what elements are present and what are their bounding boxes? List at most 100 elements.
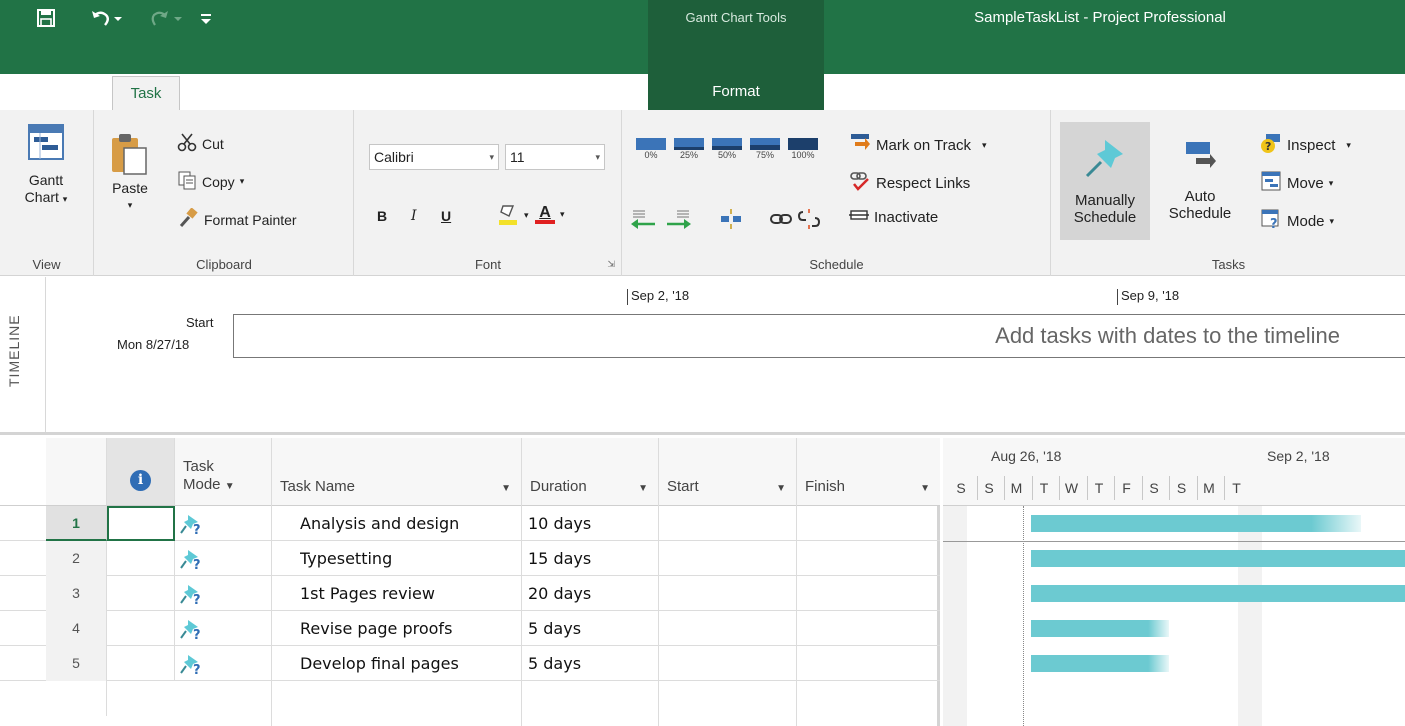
indicator-cell[interactable] (107, 506, 175, 541)
row-number[interactable]: 4 (46, 611, 107, 646)
percent-25-button[interactable]: 25% (671, 138, 707, 160)
bold-button[interactable]: B (377, 208, 387, 224)
task-name-cell[interactable]: Typesetting (300, 541, 522, 576)
gantt-task-bar[interactable] (1031, 620, 1169, 637)
timeline-side-tab[interactable]: TIMELINE (0, 277, 46, 432)
header-finish[interactable]: Finish ▼ (797, 438, 940, 506)
start-cell[interactable] (665, 646, 795, 681)
copy-dropdown-icon[interactable]: ▾ (240, 176, 245, 187)
tab-report[interactable]: Report (346, 74, 416, 110)
header-start[interactable]: Start ▼ (659, 438, 797, 506)
finish-cell[interactable] (803, 576, 933, 611)
table-row[interactable]: 1? Analysis and design 10 days (0, 506, 940, 541)
table-row[interactable]: 3? 1st Pages review 20 days (0, 576, 940, 611)
task-name-filter-icon[interactable]: ▼ (501, 483, 511, 494)
move-button[interactable]: Move ▾ (1260, 170, 1333, 196)
header-indicators[interactable]: i (107, 438, 175, 506)
tab-view[interactable]: View (570, 74, 636, 110)
tab-file[interactable]: File (36, 74, 76, 110)
indicator-cell[interactable] (107, 576, 175, 611)
start-cell[interactable] (665, 541, 795, 576)
font-color-button[interactable]: A ▾ (535, 204, 565, 224)
task-grid[interactable]: i Task Mode ▼ Task Name ▼ Duration ▼ Sta… (0, 438, 940, 726)
copy-button[interactable]: Copy ▾ (177, 170, 244, 193)
link-tasks-button[interactable] (769, 208, 793, 233)
indent-button[interactable] (663, 208, 693, 233)
indicator-cell[interactable] (107, 541, 175, 576)
timeline-pane[interactable]: TIMELINE Sep 2, '18 Sep 9, '18 Start Mon… (0, 277, 1405, 435)
duration-cell[interactable]: 5 days (528, 611, 658, 646)
header-task-name[interactable]: Task Name ▼ (272, 438, 522, 506)
row-number[interactable]: 2 (46, 541, 107, 576)
indicator-cell[interactable] (107, 611, 175, 646)
gantt-chart-pane[interactable]: Aug 26, '18 Sep 2, '18 SSMTWTFSSMT (943, 438, 1405, 726)
percent-75-button[interactable]: 75% (747, 138, 783, 160)
finish-cell[interactable] (803, 506, 933, 541)
finish-cell[interactable] (803, 541, 933, 576)
row-number[interactable]: 5 (46, 646, 107, 681)
split-task-button[interactable] (719, 208, 743, 233)
cut-button[interactable]: Cut (177, 132, 224, 155)
highlight-color-button[interactable]: ▾ (497, 202, 529, 229)
row-number[interactable]: 1 (46, 506, 107, 541)
font-size-dropdown-icon[interactable]: ▾ (595, 145, 600, 169)
highlight-dropdown-icon[interactable]: ▾ (524, 210, 529, 221)
auto-schedule-button[interactable]: Auto Schedule (1156, 136, 1244, 222)
respect-links-button[interactable]: Respect Links (849, 170, 970, 196)
task-name-cell[interactable]: Develop final pages (300, 646, 522, 681)
customize-icon[interactable] (200, 0, 212, 36)
gantt-task-bar[interactable] (1031, 585, 1405, 602)
start-cell[interactable] (665, 576, 795, 611)
percent-0-button[interactable]: 0% (633, 138, 669, 160)
table-row[interactable]: 4? Revise page proofs 5 days (0, 611, 940, 646)
finish-cell[interactable] (803, 611, 933, 646)
manually-schedule-button[interactable]: Manually Schedule (1060, 122, 1150, 240)
header-duration[interactable]: Duration ▼ (522, 438, 659, 506)
select-all-corner[interactable] (46, 438, 107, 506)
redo-icon[interactable] (150, 0, 184, 36)
task-name-cell[interactable]: Revise page proofs (300, 611, 522, 646)
duration-cell[interactable]: 5 days (528, 646, 658, 681)
outdent-button[interactable] (629, 208, 659, 233)
save-icon[interactable] (36, 0, 56, 36)
font-family-dropdown-icon[interactable]: ▾ (489, 145, 494, 169)
finish-cell[interactable] (803, 646, 933, 681)
header-task-mode[interactable]: Task Mode ▼ (175, 438, 272, 506)
italic-button[interactable]: I (411, 208, 417, 224)
table-row[interactable]: 5? Develop final pages 5 days (0, 646, 940, 681)
table-row[interactable]: 2? Typesetting 15 days (0, 541, 940, 576)
paste-button[interactable]: Paste ▾ (105, 132, 155, 214)
duration-cell[interactable]: 15 days (528, 541, 658, 576)
mode-button[interactable]: ? Mode ▾ (1260, 208, 1334, 234)
start-filter-icon[interactable]: ▼ (776, 483, 786, 494)
start-cell[interactable] (665, 506, 795, 541)
finish-filter-icon[interactable]: ▼ (920, 483, 930, 494)
tell-me-search[interactable]: Tell me what you want to do (842, 74, 1049, 110)
gantt-task-bar[interactable] (1031, 655, 1169, 672)
inspect-dropdown-icon[interactable]: ▾ (1346, 140, 1351, 151)
duration-cell[interactable]: 10 days (528, 506, 658, 541)
percent-100-button[interactable]: 100% (785, 138, 821, 160)
underline-button[interactable]: U (441, 208, 451, 224)
indicator-cell[interactable] (107, 646, 175, 681)
font-size-select[interactable]: 11 ▾ (505, 144, 605, 170)
inactivate-button[interactable]: Inactivate (849, 208, 938, 226)
format-painter-button[interactable]: Format Painter (177, 207, 297, 231)
start-cell[interactable] (665, 611, 795, 646)
row-number[interactable]: 3 (46, 576, 107, 611)
mark-on-track-dropdown-icon[interactable]: ▾ (982, 140, 987, 151)
task-name-cell[interactable]: Analysis and design (300, 506, 522, 541)
task-name-cell[interactable]: 1st Pages review (300, 576, 522, 611)
timeline-bar[interactable]: Add tasks with dates to the timeline (233, 314, 1405, 358)
move-dropdown-icon[interactable]: ▾ (1329, 178, 1334, 189)
mark-on-track-button[interactable]: Mark on Track ▾ (849, 132, 987, 158)
gantt-chart-button[interactable]: Gantt Chart ▾ (8, 124, 84, 208)
paste-dropdown-icon[interactable]: ▾ (105, 197, 155, 214)
undo-icon[interactable] (90, 0, 124, 36)
mode-dropdown-icon[interactable]: ▾ (1330, 216, 1335, 227)
gantt-task-bar[interactable] (1031, 550, 1405, 567)
gantt-task-bar[interactable] (1031, 515, 1361, 532)
unlink-tasks-button[interactable] (797, 208, 821, 233)
duration-cell[interactable]: 20 days (528, 576, 658, 611)
tab-format[interactable]: Format (648, 74, 824, 110)
